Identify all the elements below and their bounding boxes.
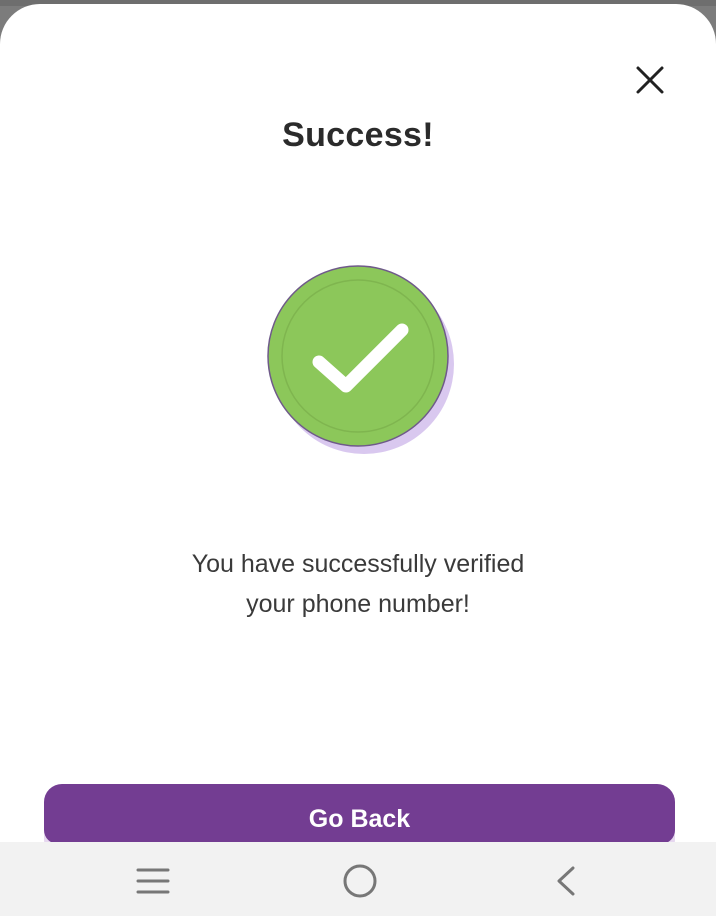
message-line-2: your phone number! [246,590,470,618]
message-line-1: You have successfully verified [191,550,525,578]
back-icon [557,866,575,896]
home-icon [343,864,377,898]
back-button[interactable] [526,842,606,916]
go-back-label: Go Back [44,784,675,844]
success-dialog: Success! You have successfully verified … [0,4,716,916]
verification-message: You have successfully verified your phon… [100,544,616,624]
success-check-icon [267,265,454,454]
home-button[interactable] [320,842,400,916]
close-button[interactable] [628,58,672,102]
close-icon [636,66,664,94]
recent-apps-button[interactable] [113,842,193,916]
dialog-title: Success! [282,116,434,154]
recent-apps-icon [136,868,170,894]
system-navigation-bar [0,842,716,916]
success-badge [264,264,460,460]
